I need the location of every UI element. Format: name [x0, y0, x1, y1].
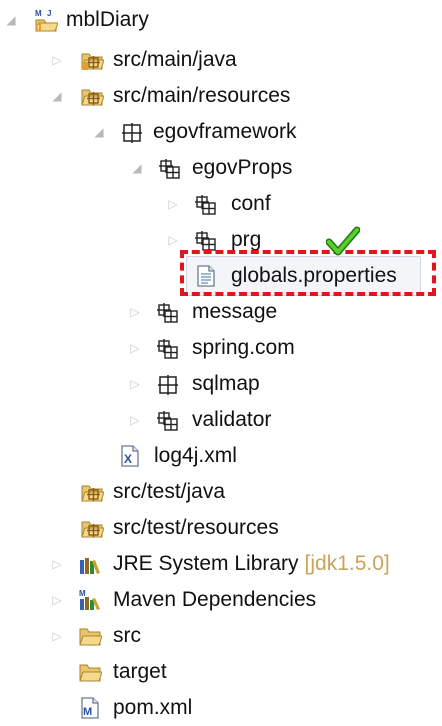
- empty-package-icon: [156, 336, 180, 360]
- checkmark-icon: [325, 226, 361, 256]
- jre-version-decoration: [jdk1.5.0]: [304, 552, 390, 575]
- tree-item-validator[interactable]: ▷ validator: [0, 402, 442, 438]
- svg-text:M: M: [79, 589, 86, 598]
- tree-item-src-main-java[interactable]: ▷ src/main/java: [0, 42, 442, 78]
- tree-item-label: conf: [231, 192, 271, 215]
- empty-package-icon: [156, 300, 180, 324]
- tree-item-log4j-xml[interactable]: X log4j.xml: [0, 438, 442, 474]
- tree-item-label: src/main/resources: [113, 84, 291, 107]
- tree-item-egovframework[interactable]: ◢ egovframework: [0, 114, 442, 150]
- tree-item-src[interactable]: ▷ src: [0, 618, 442, 654]
- empty-package-icon: [158, 156, 182, 180]
- tree-item-label: src/test/resources: [113, 516, 279, 539]
- tree-item-target[interactable]: target: [0, 654, 442, 690]
- package-icon: [156, 372, 180, 396]
- expand-arrow-icon[interactable]: ▷: [166, 233, 180, 247]
- tree-item-spring-com[interactable]: ▷ spring.com: [0, 330, 442, 366]
- source-folder-icon: [80, 48, 104, 72]
- tree-item-jre-system-library[interactable]: ▷ JRE System Library [jdk1.5.0]: [0, 546, 442, 582]
- jre-label: JRE System Library: [113, 552, 299, 575]
- expand-arrow-icon[interactable]: ▷: [128, 341, 142, 355]
- tree-item-label: src/main/java: [113, 48, 237, 71]
- tree-item-label: mblDiary: [66, 8, 149, 31]
- library-icon: M: [78, 588, 102, 612]
- svg-text:J: J: [47, 9, 51, 18]
- library-icon: [78, 552, 102, 576]
- source-folder-icon: [80, 480, 104, 504]
- tree-item-message[interactable]: ▷ message: [0, 294, 442, 330]
- tree-item-mbldiary[interactable]: ◢ M J! mblDiary: [0, 2, 442, 38]
- source-folder-icon: [80, 84, 104, 108]
- expand-arrow-icon[interactable]: ▷: [50, 53, 64, 67]
- highlight-callout-box: [180, 250, 436, 296]
- svg-text:X: X: [124, 452, 132, 466]
- expand-arrow-icon[interactable]: ▷: [50, 629, 64, 643]
- tree-item-src-test-resources[interactable]: src/test/resources: [0, 510, 442, 546]
- expand-arrow-icon[interactable]: ▷: [166, 197, 180, 211]
- empty-package-icon: [156, 408, 180, 432]
- tree-item-label: target: [113, 660, 167, 683]
- expand-arrow-icon[interactable]: ▷: [128, 377, 142, 391]
- expand-arrow-icon[interactable]: ▷: [50, 593, 64, 607]
- tree-item-src-test-java[interactable]: src/test/java: [0, 474, 442, 510]
- xml-file-icon: X: [118, 444, 142, 468]
- tree-item-label: log4j.xml: [154, 444, 237, 467]
- expand-arrow-icon[interactable]: ▷: [128, 305, 142, 319]
- project-explorer-tree: ◢ M J! mblDiary ▷ src/main/java ◢ src/mai…: [0, 0, 442, 721]
- tree-item-label: src/test/java: [113, 480, 226, 503]
- tree-item-label: spring.com: [192, 336, 295, 359]
- tree-item-src-main-resources[interactable]: ◢ src/main/resources: [0, 78, 442, 114]
- tree-item-label: JRE System Library [jdk1.5.0]: [113, 551, 390, 577]
- tree-item-label: src: [113, 624, 141, 647]
- collapse-arrow-icon[interactable]: ◢: [4, 13, 18, 27]
- collapse-arrow-icon[interactable]: ◢: [92, 125, 106, 139]
- tree-item-label: sqlmap: [192, 372, 260, 395]
- tree-item-label: message: [192, 300, 278, 323]
- tree-item-sqlmap[interactable]: ▷ sqlmap: [0, 366, 442, 402]
- svg-text:!: !: [37, 25, 39, 32]
- svg-text:M: M: [83, 706, 92, 718]
- xml-file-icon: M: [78, 696, 102, 720]
- tree-item-label: pom.xml: [113, 696, 193, 719]
- folder-icon: [78, 660, 102, 684]
- empty-package-icon: [194, 228, 218, 252]
- collapse-arrow-icon[interactable]: ◢: [50, 89, 64, 103]
- expand-arrow-icon[interactable]: ▷: [128, 413, 142, 427]
- expand-arrow-icon[interactable]: ▷: [50, 557, 64, 571]
- maven-project-icon: M J!: [34, 8, 58, 32]
- svg-text:M: M: [35, 9, 42, 18]
- empty-package-icon: [194, 192, 218, 216]
- folder-icon: [78, 624, 102, 648]
- tree-item-label: validator: [192, 408, 272, 431]
- tree-item-conf[interactable]: ▷ conf: [0, 186, 442, 222]
- collapse-arrow-icon[interactable]: ◢: [130, 161, 144, 175]
- tree-item-label: egovProps: [192, 156, 293, 179]
- tree-item-label: Maven Dependencies: [113, 588, 317, 611]
- package-icon: [120, 120, 144, 144]
- tree-item-label: egovframework: [153, 120, 297, 143]
- tree-item-maven-dependencies[interactable]: ▷ M Maven Dependencies: [0, 582, 442, 618]
- tree-item-egovprops[interactable]: ◢ egovProps: [0, 150, 442, 186]
- source-folder-icon: [80, 516, 104, 540]
